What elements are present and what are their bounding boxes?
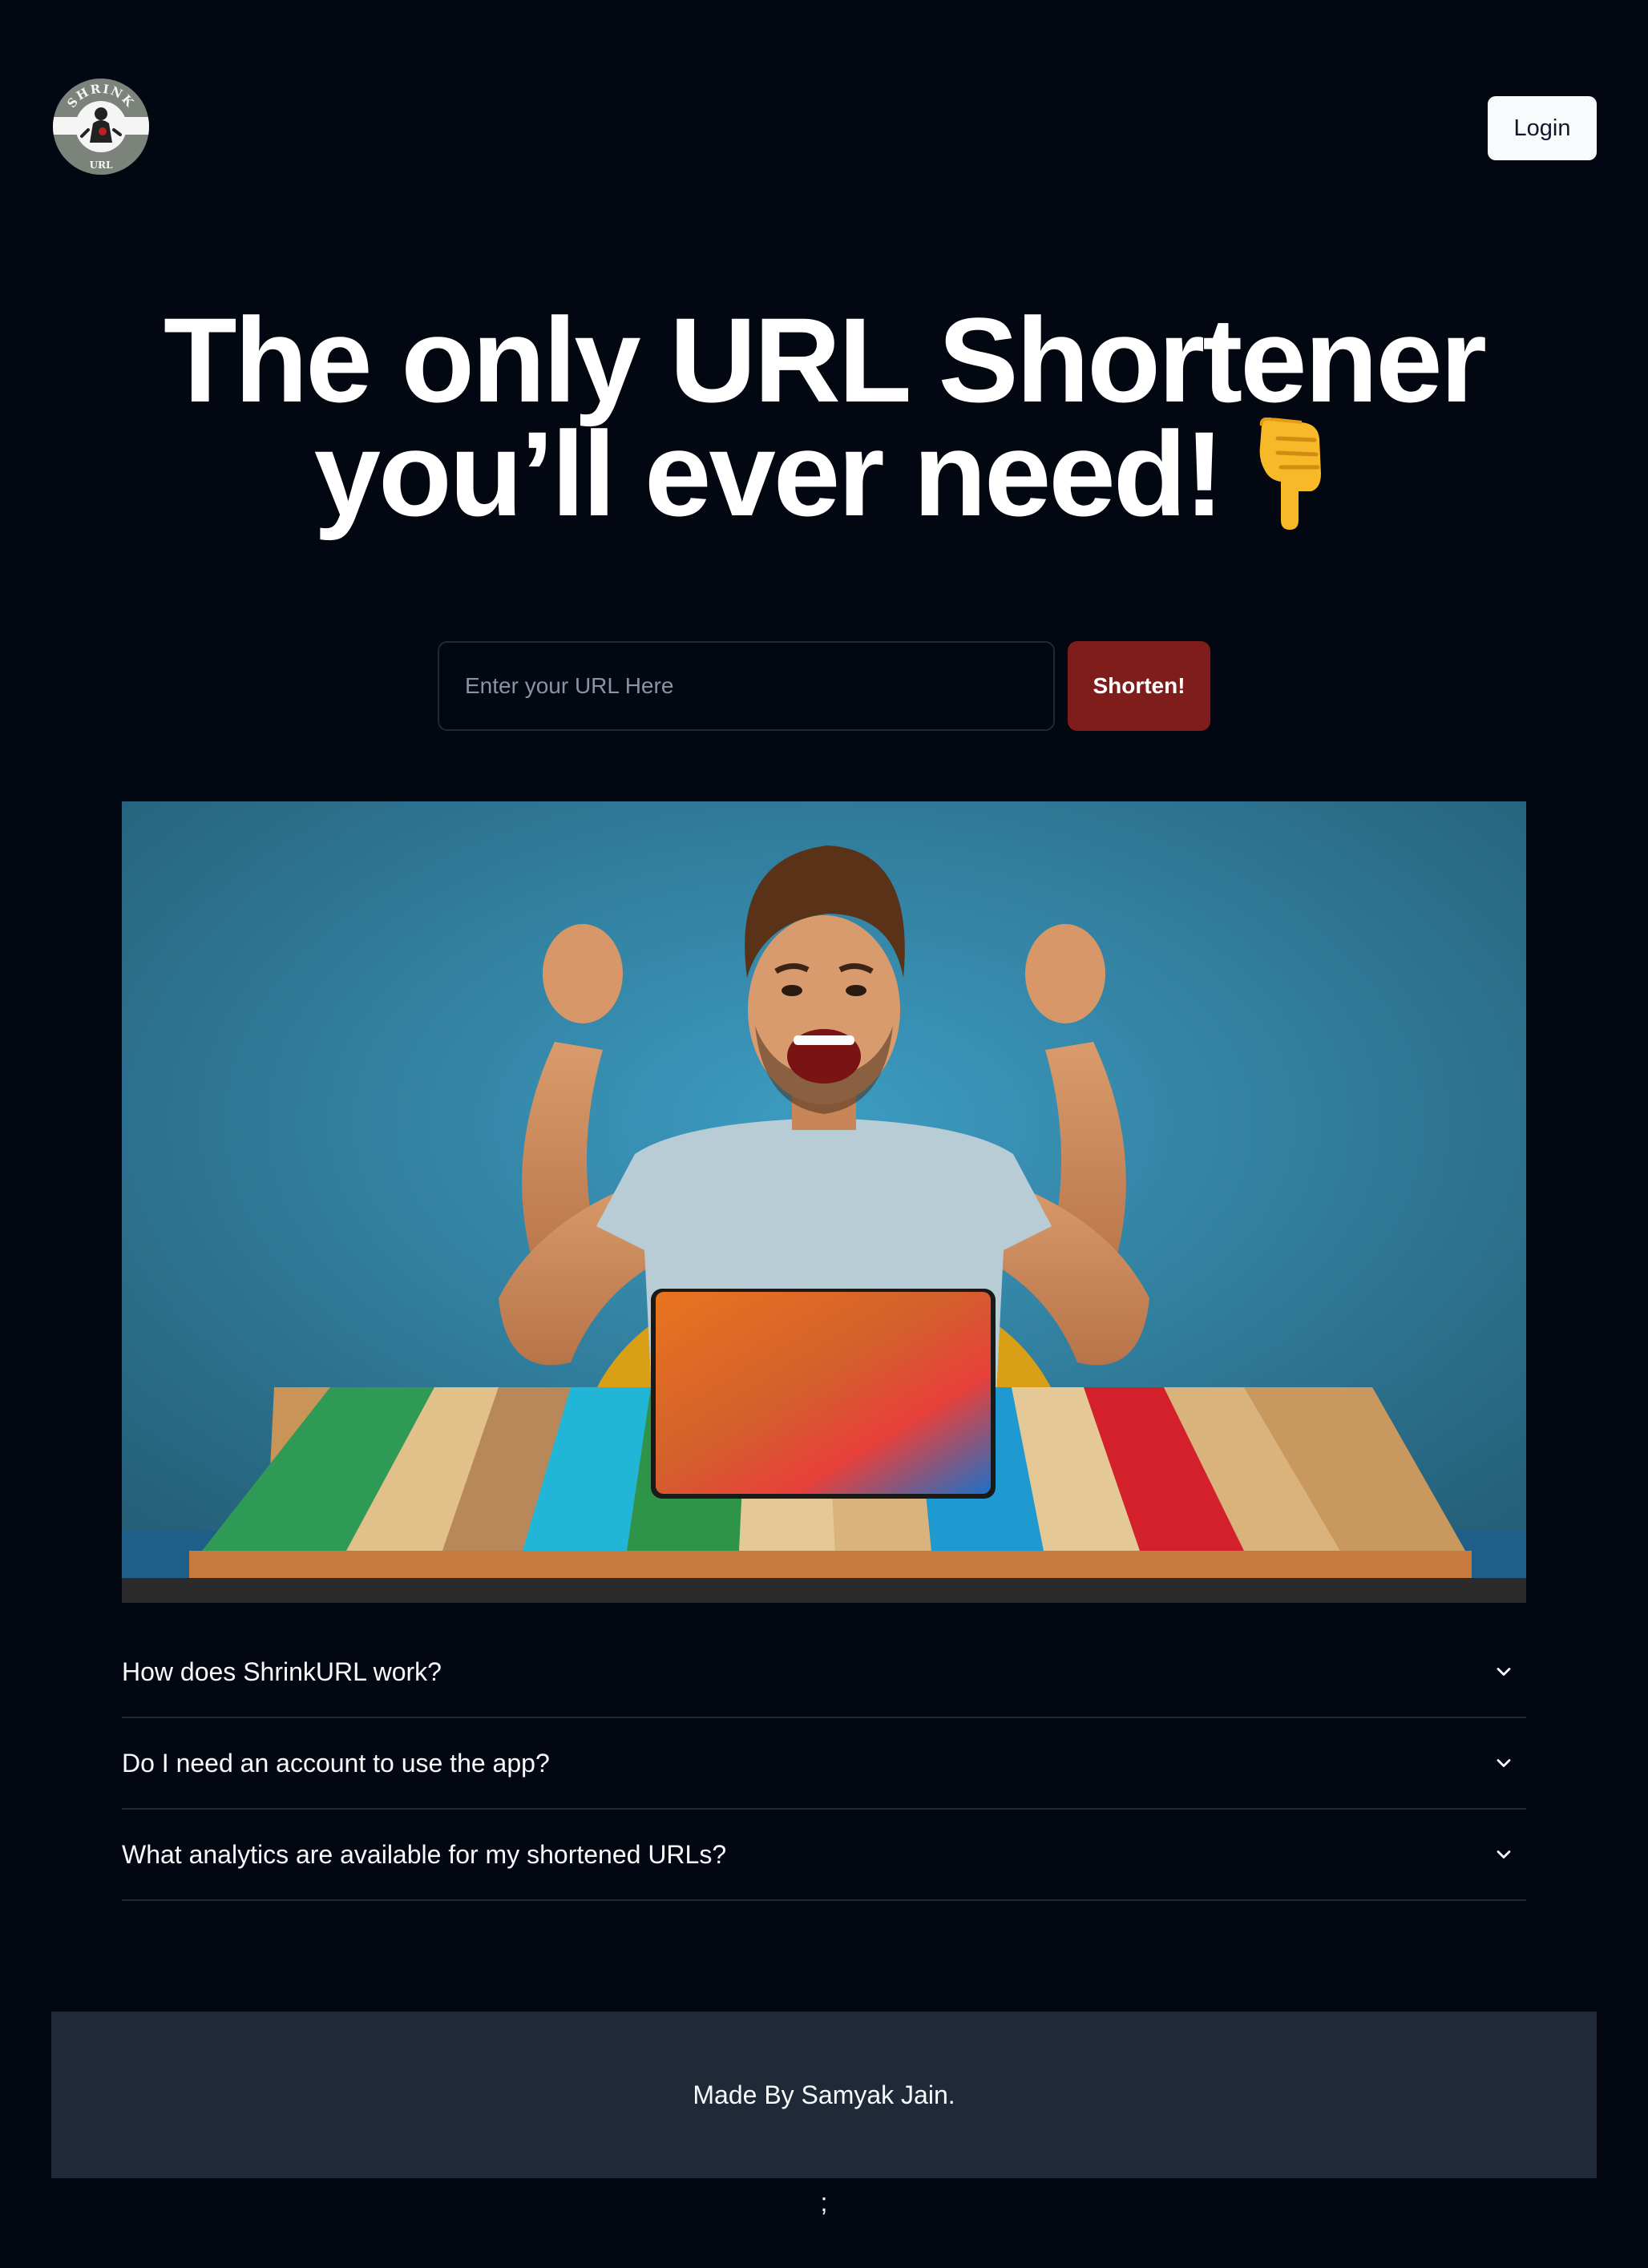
footer-credit: Made By Samyak Jain. [693,2080,955,2109]
trailing-text: ; [820,2188,828,2217]
landing-page: SHRINK URL Login The only URL Shortener … [0,0,1648,2268]
faq-question: Do I need an account to use the app? [122,1748,550,1778]
hero-banner-image [122,801,1526,1603]
faq-question: How does ShrinkURL work? [122,1657,442,1686]
hero-title-line-2-text: you’ll ever need! [313,406,1225,541]
logo-badge: SHRINK URL [53,79,149,175]
hero-title-line-2: you’ll ever need! [0,414,1648,545]
faq-item[interactable]: Do I need an account to use the app? [122,1718,1526,1810]
faq-accordion: How does ShrinkURL work? Do I need an ac… [122,1627,1526,1901]
hero-title-line-1: The only URL Shortener [163,293,1487,427]
faq-question: What analytics are available for my shor… [122,1839,727,1869]
url-input[interactable] [438,641,1055,731]
chevron-down-icon[interactable] [1492,1661,1515,1683]
pointing-down-hand-icon [1246,417,1334,545]
chevron-down-icon[interactable] [1492,1752,1515,1774]
logo[interactable]: SHRINK URL [53,79,149,175]
excited-man-at-laptop-illustration [122,801,1526,1603]
faq-item[interactable]: How does ShrinkURL work? [122,1627,1526,1718]
hero-title: The only URL Shortener you’ll ever need! [0,293,1648,545]
logo-bottom-text: URL [90,159,113,171]
shorten-button[interactable]: Shorten! [1068,641,1210,731]
chevron-down-icon[interactable] [1492,1843,1515,1866]
login-button[interactable]: Login [1488,96,1597,160]
footer: Made By Samyak Jain. [51,2012,1597,2178]
faq-item[interactable]: What analytics are available for my shor… [122,1810,1526,1901]
